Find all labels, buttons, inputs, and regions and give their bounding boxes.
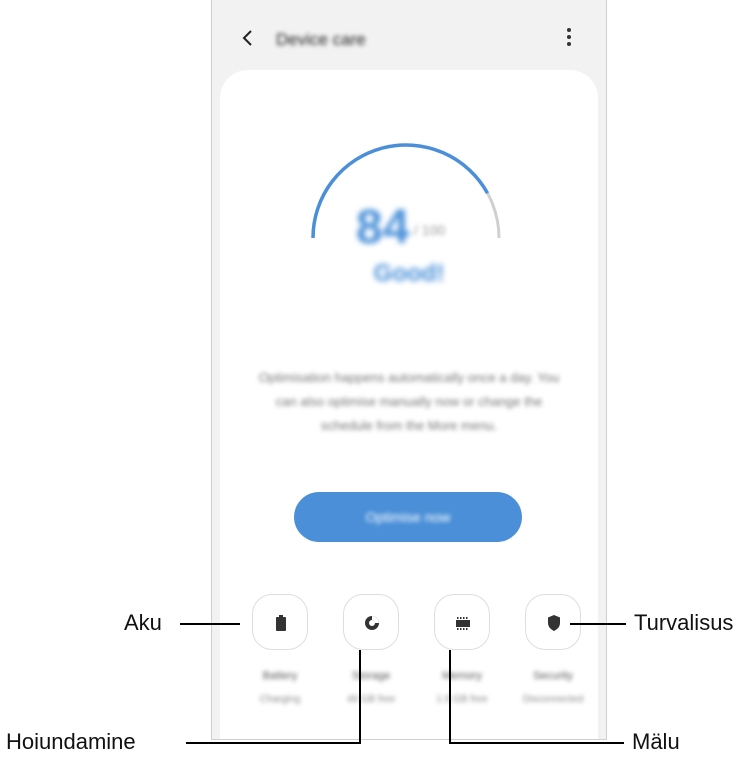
- callout-line-storage: [186, 650, 361, 744]
- callout-battery: Aku: [124, 610, 162, 635]
- callout-security: Turvalisus: [634, 610, 734, 635]
- callout-memory: Mälu: [632, 729, 680, 754]
- callout-lines: [180, 623, 626, 744]
- callout-line-memory: [449, 650, 624, 744]
- callout-storage: Hoiundamine: [6, 729, 136, 754]
